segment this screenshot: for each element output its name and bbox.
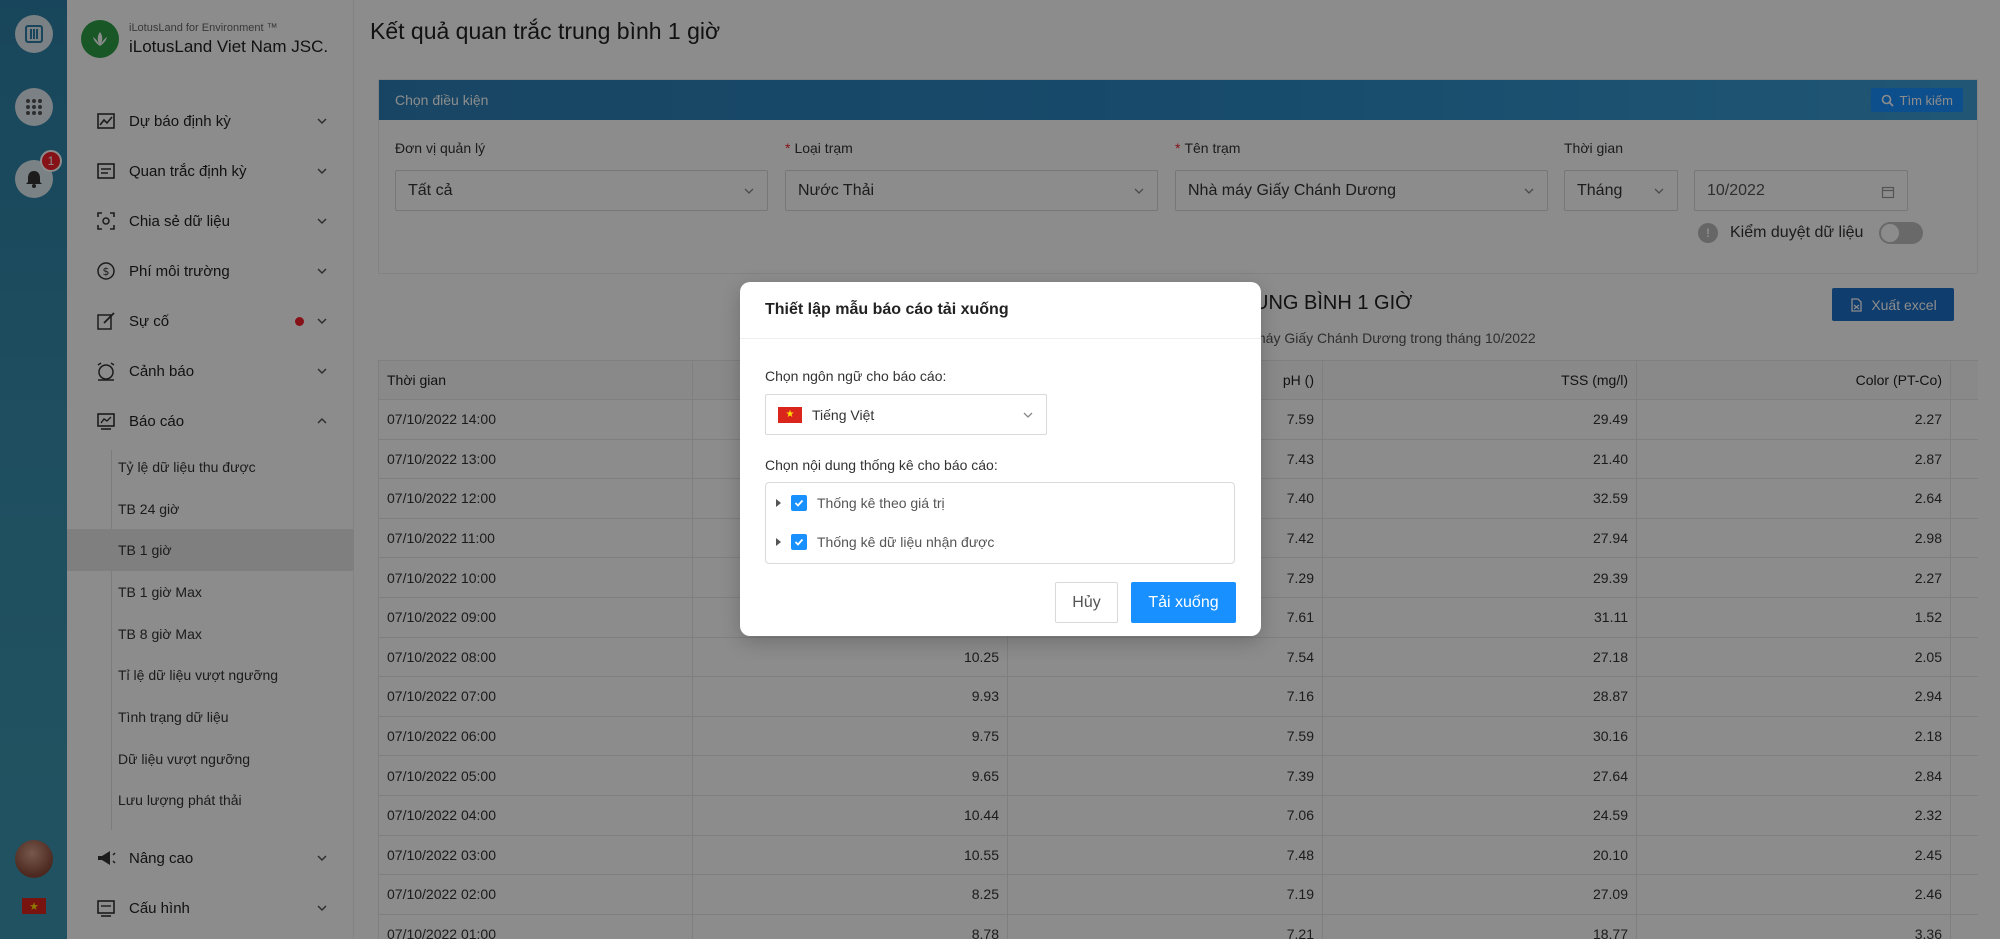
language-label: Chọn ngôn ngữ cho báo cáo: [765, 368, 947, 384]
statistics-tree: Thống kê theo giá trị Thống kê dữ liệu n… [765, 482, 1235, 564]
caret-right-icon[interactable] [776, 499, 781, 507]
checkbox-checked-icon[interactable] [791, 495, 807, 511]
checkbox-checked-icon[interactable] [791, 534, 807, 550]
cancel-button[interactable]: Hủy [1055, 582, 1118, 623]
download-template-modal: Thiết lập mẫu báo cáo tải xuống Chọn ngô… [740, 282, 1261, 636]
vietnam-flag-icon: ★ [778, 406, 802, 423]
content-label: Chọn nội dung thống kê cho báo cáo: [765, 457, 998, 473]
language-select[interactable]: ★ Tiếng Việt [765, 394, 1047, 435]
chevron-down-icon [1023, 412, 1033, 418]
tree-node-label[interactable]: Thống kê theo giá trị [817, 495, 945, 511]
tree-node: Thống kê dữ liệu nhận được [776, 534, 994, 550]
download-button[interactable]: Tải xuống [1131, 582, 1236, 623]
caret-right-icon[interactable] [776, 538, 781, 546]
modal-title: Thiết lập mẫu báo cáo tải xuống [740, 282, 1261, 339]
tree-node: Thống kê theo giá trị [776, 495, 945, 511]
tree-node-label[interactable]: Thống kê dữ liệu nhận được [817, 534, 994, 550]
language-value: Tiếng Việt [812, 406, 875, 423]
